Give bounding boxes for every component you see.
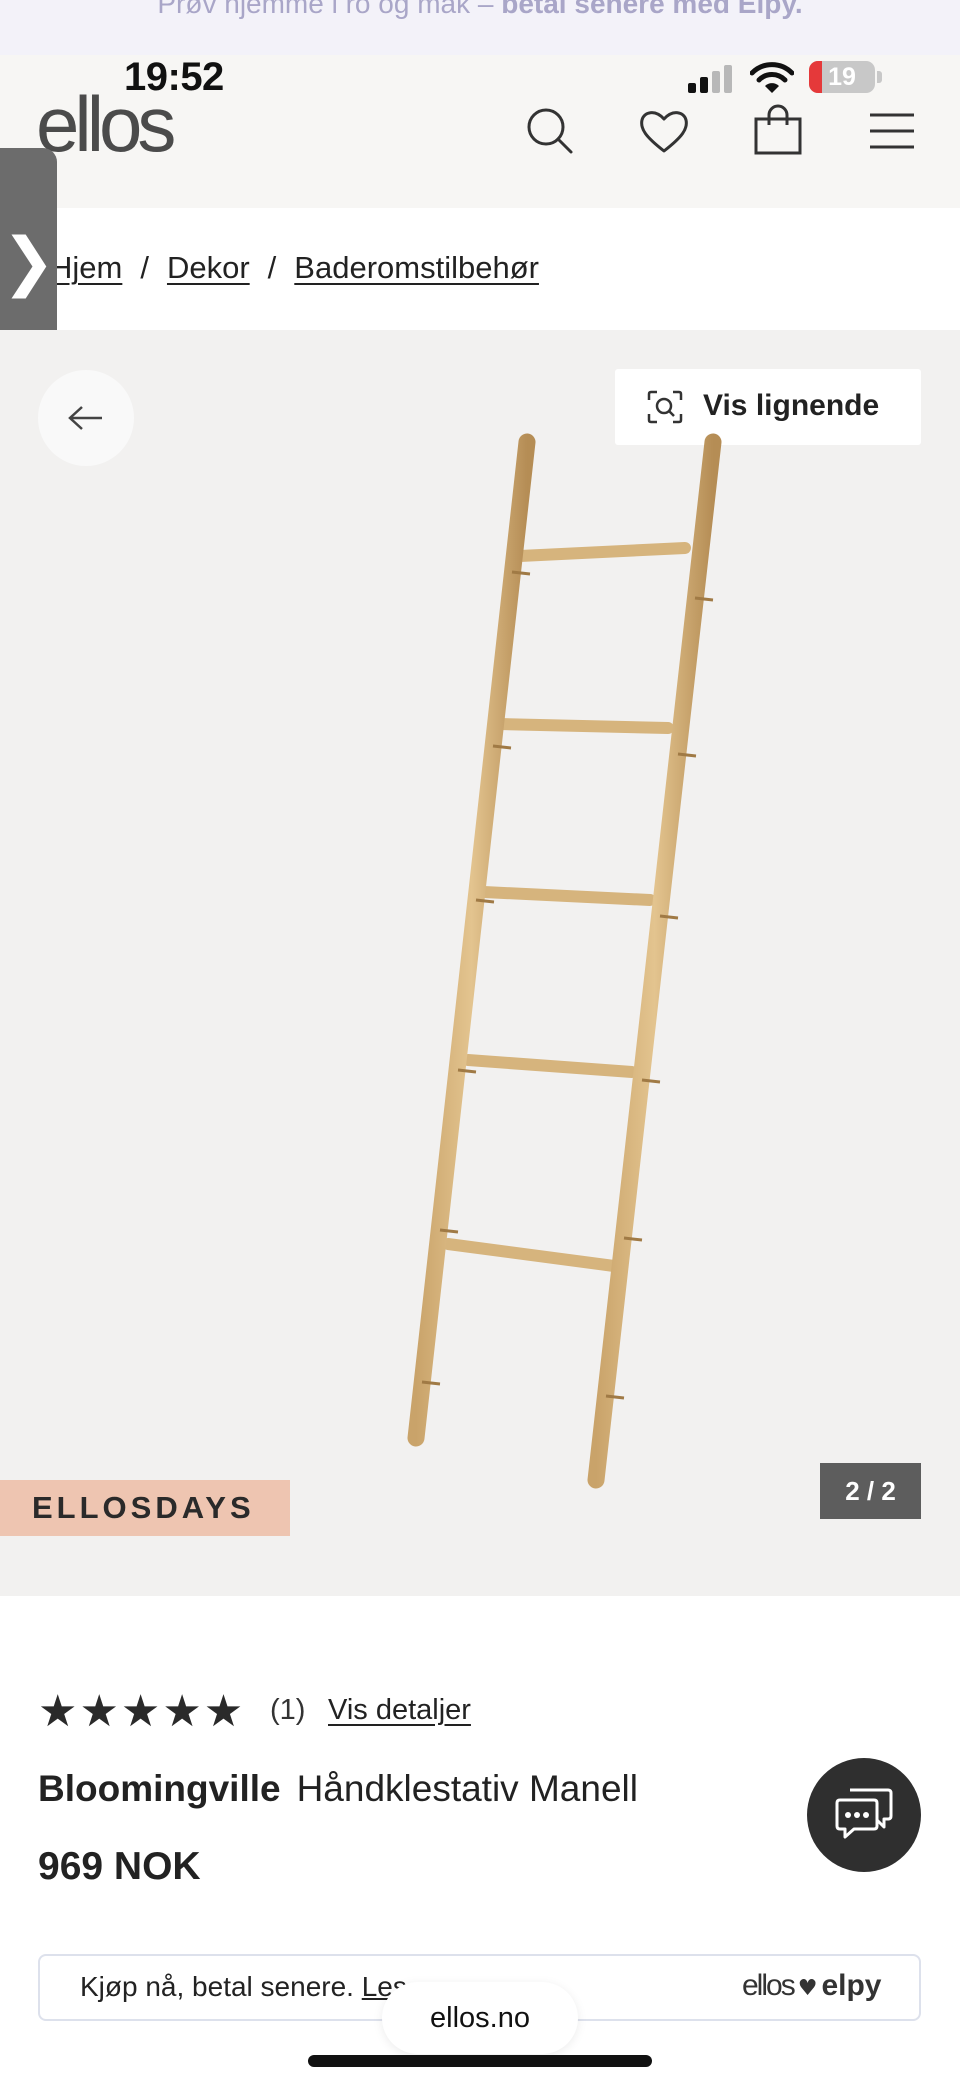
battery-level: 19 xyxy=(828,63,856,91)
ellos-elpy-logo: ellos ♥ elpy xyxy=(742,1969,882,2002)
menu-icon[interactable] xyxy=(864,103,920,159)
home-indicator[interactable] xyxy=(308,2055,652,2067)
search-icon[interactable] xyxy=(522,103,578,159)
product-image-ladder xyxy=(407,433,722,1489)
breadcrumb-item-dekor[interactable]: Dekor xyxy=(167,250,250,285)
show-similar-label: Vis lignende xyxy=(703,389,880,422)
previous-image-button[interactable] xyxy=(38,370,134,466)
ellos-logo[interactable]: ellos xyxy=(36,85,176,163)
image-counter: 2 / 2 xyxy=(820,1463,921,1519)
breadcrumb: Hjem / Dekor / Baderomstilbehør xyxy=(0,208,960,330)
visual-search-icon xyxy=(647,390,683,424)
campaign-badge-label: ELLOSDAYS xyxy=(32,1490,255,1525)
site-header: 19:52 19 ellos xyxy=(0,55,960,208)
chat-icon xyxy=(835,1788,893,1839)
product-title: Bloomingville Håndklestativ Manell xyxy=(38,1768,638,1810)
browser-url-bar[interactable]: ellos.no xyxy=(382,1982,578,2054)
heart-icon: ♥ xyxy=(797,1976,818,2001)
shopping-bag-icon[interactable] xyxy=(750,103,806,159)
rating-stars: ★★★★★ xyxy=(38,1686,246,1737)
arrow-left-icon xyxy=(68,406,102,430)
battery-indicator: 19 xyxy=(809,61,875,93)
heart-icon[interactable] xyxy=(636,103,692,159)
pay-later-text: Kjøp nå, betal senere. Les xyxy=(80,1971,407,2002)
breadcrumb-item-baderomstilbehor[interactable]: Baderomstilbehør xyxy=(294,250,539,285)
battery-cap xyxy=(877,71,882,83)
product-price: 969 NOK xyxy=(38,1845,201,1888)
promo-text: Prøv hjemme i ro og mak – betal senere m… xyxy=(157,0,803,19)
product-name: Håndklestativ Manell xyxy=(296,1768,638,1809)
breadcrumb-separator: / xyxy=(140,250,149,285)
rating-count: (1) xyxy=(270,1694,306,1726)
chat-button[interactable] xyxy=(807,1758,921,1872)
product-brand[interactable]: Bloomingville xyxy=(38,1768,281,1809)
campaign-badge: ELLOSDAYS xyxy=(0,1480,290,1536)
promo-banner[interactable]: Prøv hjemme i ro og mak – betal senere m… xyxy=(0,0,960,55)
rating-details-link[interactable]: Vis detaljer xyxy=(328,1694,471,1727)
breadcrumb-separator: / xyxy=(267,250,277,285)
cellular-signal-icon xyxy=(688,63,734,93)
product-image-gallery[interactable]: Vis lignende ELLOSDAYS 2 / 2 xyxy=(0,330,960,1596)
wifi-icon xyxy=(749,61,795,95)
breadcrumb-item-home[interactable]: Hjem xyxy=(50,250,122,285)
